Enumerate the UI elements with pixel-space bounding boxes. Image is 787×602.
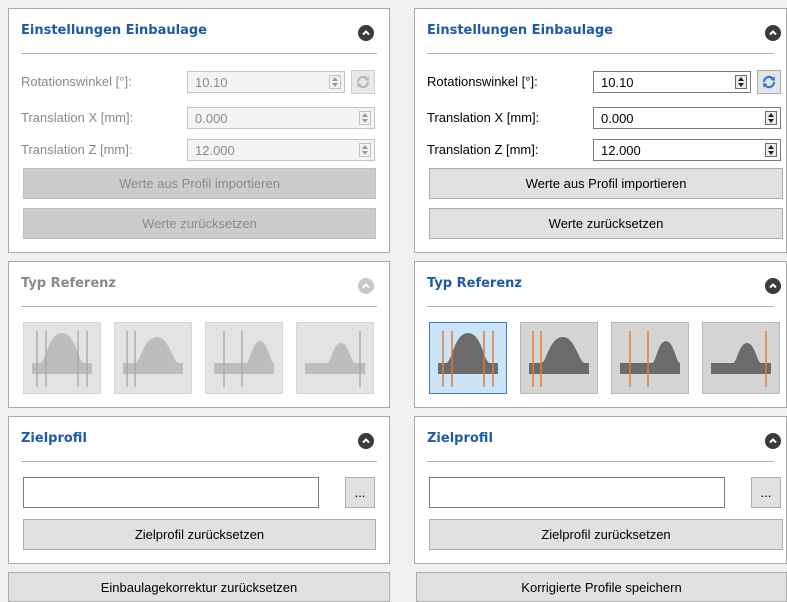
reset-installation-correction-button[interactable]: Einbaulagekorrektur zurücksetzen [8, 572, 390, 602]
translation-z-value: 12.000 [195, 143, 235, 158]
import-values-button[interactable]: Werte aus Profil importieren [429, 168, 783, 199]
save-corrected-profiles-button[interactable]: Korrigierte Profile speichern [416, 572, 787, 602]
chevron-up-icon[interactable] [358, 25, 374, 41]
translation-x-label: Translation X [mm]: [21, 110, 134, 125]
divider [21, 306, 377, 307]
refresh-button[interactable] [757, 70, 781, 94]
browse-button[interactable]: ... [345, 477, 375, 508]
reset-target-profile-button[interactable]: Zielprofil zurücksetzen [23, 519, 376, 550]
translation-z-spinbox[interactable]: 12.000 [187, 139, 375, 161]
reference-panel-right: Typ Referenz [414, 261, 787, 408]
reference-type-1-icon [32, 331, 92, 387]
translation-x-value: 0.000 [195, 111, 228, 126]
divider [427, 53, 774, 54]
spin-arrows-icon[interactable] [735, 75, 747, 89]
divider [427, 461, 774, 462]
reference-panel-left: Typ Referenz [8, 261, 390, 408]
reference-type-tile-3[interactable] [611, 322, 689, 394]
spin-arrows-icon[interactable] [765, 143, 777, 157]
refresh-icon [356, 75, 370, 89]
settings-panel-left: Einstellungen Einbaulage Rotationswinkel… [8, 8, 390, 253]
chevron-up-icon[interactable] [358, 433, 374, 449]
reference-type-4-icon [711, 331, 771, 387]
rotation-label: Rotationswinkel [°]: [21, 74, 132, 89]
panel-title: Typ Referenz [427, 276, 522, 291]
translation-x-spinbox[interactable]: 0.000 [187, 107, 375, 129]
reference-type-tile-3[interactable] [205, 322, 283, 394]
divider [21, 461, 377, 462]
target-profile-panel-left: Zielprofil ... Zielprofil zurücksetzen [8, 416, 390, 564]
target-profile-input[interactable] [429, 477, 725, 508]
divider [21, 53, 377, 54]
reference-type-tile-1[interactable] [23, 322, 101, 394]
panel-title: Einstellungen Einbaulage [427, 23, 613, 38]
translation-z-spinbox[interactable]: 12.000 [593, 139, 781, 161]
spin-arrows-icon[interactable] [359, 143, 371, 157]
reset-target-profile-button[interactable]: Zielprofil zurücksetzen [429, 519, 783, 550]
reset-values-button[interactable]: Werte zurücksetzen [23, 208, 376, 239]
target-profile-input[interactable] [23, 477, 319, 508]
panel-title: Zielprofil [427, 431, 493, 446]
import-values-button[interactable]: Werte aus Profil importieren [23, 168, 376, 199]
reference-type-tile-2[interactable] [114, 322, 192, 394]
settings-panel-right: Einstellungen Einbaulage Rotationswinkel… [414, 8, 787, 253]
panel-title: Zielprofil [21, 431, 87, 446]
translation-x-label: Translation X [mm]: [427, 110, 540, 125]
rotation-value: 10.10 [195, 75, 228, 90]
translation-z-value: 12.000 [601, 143, 641, 158]
reference-type-tile-4[interactable] [702, 322, 780, 394]
reference-type-3-icon [214, 331, 274, 387]
browse-button[interactable]: ... [751, 477, 781, 508]
chevron-up-icon[interactable] [765, 433, 781, 449]
spin-arrows-icon[interactable] [359, 111, 371, 125]
refresh-button[interactable] [351, 70, 375, 94]
translation-x-spinbox[interactable]: 0.000 [593, 107, 781, 129]
translation-x-value: 0.000 [601, 111, 634, 126]
reference-type-3-icon [620, 331, 680, 387]
chevron-up-icon[interactable] [765, 278, 781, 294]
chevron-up-icon[interactable] [765, 25, 781, 41]
reference-type-2-icon [529, 331, 589, 387]
divider [427, 306, 774, 307]
reference-type-1-icon [438, 331, 498, 387]
translation-z-label: Translation Z [mm]: [427, 142, 539, 157]
reference-type-tile-1[interactable] [429, 322, 507, 394]
reset-values-button[interactable]: Werte zurücksetzen [429, 208, 783, 239]
refresh-icon [762, 75, 776, 89]
rotation-spinbox[interactable]: 10.10 [187, 71, 345, 93]
rotation-value: 10.10 [601, 75, 634, 90]
target-profile-panel-right: Zielprofil ... Zielprofil zurücksetzen [414, 416, 787, 564]
rotation-spinbox[interactable]: 10.10 [593, 71, 751, 93]
reference-type-tile-2[interactable] [520, 322, 598, 394]
spin-arrows-icon[interactable] [329, 75, 341, 89]
reference-type-tile-4[interactable] [296, 322, 374, 394]
panel-title: Einstellungen Einbaulage [21, 23, 207, 38]
chevron-up-icon[interactable] [358, 278, 374, 294]
spin-arrows-icon[interactable] [765, 111, 777, 125]
reference-type-4-icon [305, 331, 365, 387]
rotation-label: Rotationswinkel [°]: [427, 74, 538, 89]
panel-title: Typ Referenz [21, 276, 116, 291]
reference-type-2-icon [123, 331, 183, 387]
translation-z-label: Translation Z [mm]: [21, 142, 133, 157]
